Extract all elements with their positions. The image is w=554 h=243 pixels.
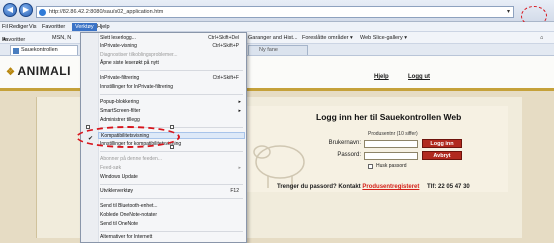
tab-sauekontrollen[interactable]: Sauekontrollen xyxy=(10,45,78,55)
fav-item-msn[interactable]: MSN, N xyxy=(52,34,71,42)
username-label: Brukernavn: xyxy=(328,140,361,146)
forgot-label: Trenger du passord? Kontakt xyxy=(277,184,361,190)
selection-handle xyxy=(86,125,90,129)
url-input[interactable]: http://82.86.42.2:8080/sau/s02_applicati… xyxy=(36,6,514,18)
home-icon[interactable]: ⌂ xyxy=(540,34,543,42)
username-field[interactable] xyxy=(364,140,418,148)
menu-separator xyxy=(100,70,243,71)
menu-item-windows-update[interactable]: Windows Update xyxy=(100,174,245,181)
menu-bar: Fil Rediger Vis Favoritter Verktøy Hjelp xyxy=(0,22,554,32)
menu-separator xyxy=(100,94,243,95)
forgot-password-text: Trenger du passord? Kontakt Produsentreg… xyxy=(277,184,470,190)
menu-separator xyxy=(100,231,243,232)
forward-icon[interactable]: ▶ xyxy=(19,3,33,17)
menu-item-inprivate-settings[interactable]: Innstillinger for InPrivate-filtrering xyxy=(100,84,245,91)
menu-item-linked-onenote[interactable]: Koblede OneNote-notater xyxy=(100,212,245,219)
paw-icon: ❖ xyxy=(6,67,16,78)
selection-handle xyxy=(170,125,174,129)
cancel-button[interactable]: Avbryt xyxy=(422,151,462,160)
menu-item-subscribe-feed: Abonner på denne feeden... xyxy=(100,156,162,162)
menu-item-developer-tools[interactable]: Utviklerverktøy F12 xyxy=(100,188,245,195)
dropdown-arrow-icon[interactable]: ▾ xyxy=(507,7,510,17)
menu-separator xyxy=(100,151,243,152)
login-button[interactable]: Logg inn xyxy=(422,139,462,148)
tab-label: Sauekontrollen xyxy=(21,47,58,53)
help-link[interactable]: Hjelp xyxy=(374,74,389,80)
menu-item-diagnose: Diagnostiser tilkoblingsproblemer... xyxy=(100,52,178,58)
logo-text: ANIMALI xyxy=(17,64,71,78)
tab-new[interactable]: Ny fane xyxy=(248,45,308,55)
menu-help[interactable]: Hjelp xyxy=(97,23,110,31)
fav-item-garanger[interactable]: Garanger and Hist... xyxy=(248,34,298,42)
tab-label: Ny fane xyxy=(259,47,278,53)
menu-item-feed-search: Feed-søk ▸ xyxy=(100,165,241,171)
fav-item-suggested[interactable]: Foreslåtte områder ▾ xyxy=(302,34,353,42)
url-text: http://82.86.42.2:8080/sau/s02_applicati… xyxy=(49,9,164,15)
page-icon xyxy=(13,48,19,54)
phone-number: Tlf: 22 05 47 30 xyxy=(427,184,470,190)
sheep-icon xyxy=(253,145,305,188)
ie-icon xyxy=(39,9,46,16)
menu-item-popup-blocker[interactable]: Popup-blokkering ▸ xyxy=(100,99,245,106)
password-field[interactable] xyxy=(364,152,418,160)
menu-item-send-bluetooth[interactable]: Send til Bluetooth-enhet... xyxy=(100,203,245,210)
remember-checkbox[interactable] xyxy=(368,164,373,169)
registry-link[interactable]: Produsentregisteret xyxy=(362,184,419,190)
menu-edit[interactable]: Rediger xyxy=(9,23,28,31)
remember-label: Husk passord xyxy=(376,163,407,169)
menu-item-send-onenote[interactable]: Send til OneNote xyxy=(100,221,245,228)
logo: ❖ ANIMALI xyxy=(6,64,71,78)
annotation-ellipse xyxy=(76,126,180,148)
menu-separator xyxy=(100,184,243,185)
menu-tools[interactable]: Verktøy xyxy=(72,23,97,31)
menu-item-inprivate-browsing[interactable]: InPrivate-visning Ctrl+Skift+P xyxy=(100,43,245,50)
menu-item-inprivate-filtering[interactable]: InPrivate-filtrering Ctrl+Skift+F xyxy=(100,75,245,82)
menu-favorites[interactable]: Favoritter xyxy=(42,23,65,31)
selection-handle xyxy=(170,145,174,149)
back-icon[interactable]: ◀ xyxy=(3,3,17,17)
favorites-label: Favoritter xyxy=(2,37,26,43)
password-label: Passord: xyxy=(337,152,361,158)
menu-item-manage-addons[interactable]: Administrer tillegg xyxy=(100,117,245,124)
menu-item-smartscreen[interactable]: SmartScreen-filter ▸ xyxy=(100,108,245,115)
fav-item-webslice[interactable]: Web Slice-gallery ▾ xyxy=(360,34,407,42)
menu-view[interactable]: Vis xyxy=(29,23,37,31)
menu-file[interactable]: Fil xyxy=(2,23,8,31)
login-title: Logg inn her til Sauekontrollen Web xyxy=(316,112,462,122)
menu-item-delete-history[interactable]: Slett leserlogg... Ctrl+Skift+Del xyxy=(100,35,245,42)
producer-label: Produsentnr (10 siffer) xyxy=(368,131,418,137)
address-bar-area: ◀ ▶ http://82.86.42.2:8080/sau/s02_appli… xyxy=(0,0,554,22)
logout-link[interactable]: Logg ut xyxy=(408,74,430,80)
menu-item-reopen-session[interactable]: Åpne siste leserøkt på nytt xyxy=(100,60,245,67)
menu-item-internet-options[interactable]: Alternativer for Internett xyxy=(100,234,245,241)
menu-separator xyxy=(100,198,243,199)
